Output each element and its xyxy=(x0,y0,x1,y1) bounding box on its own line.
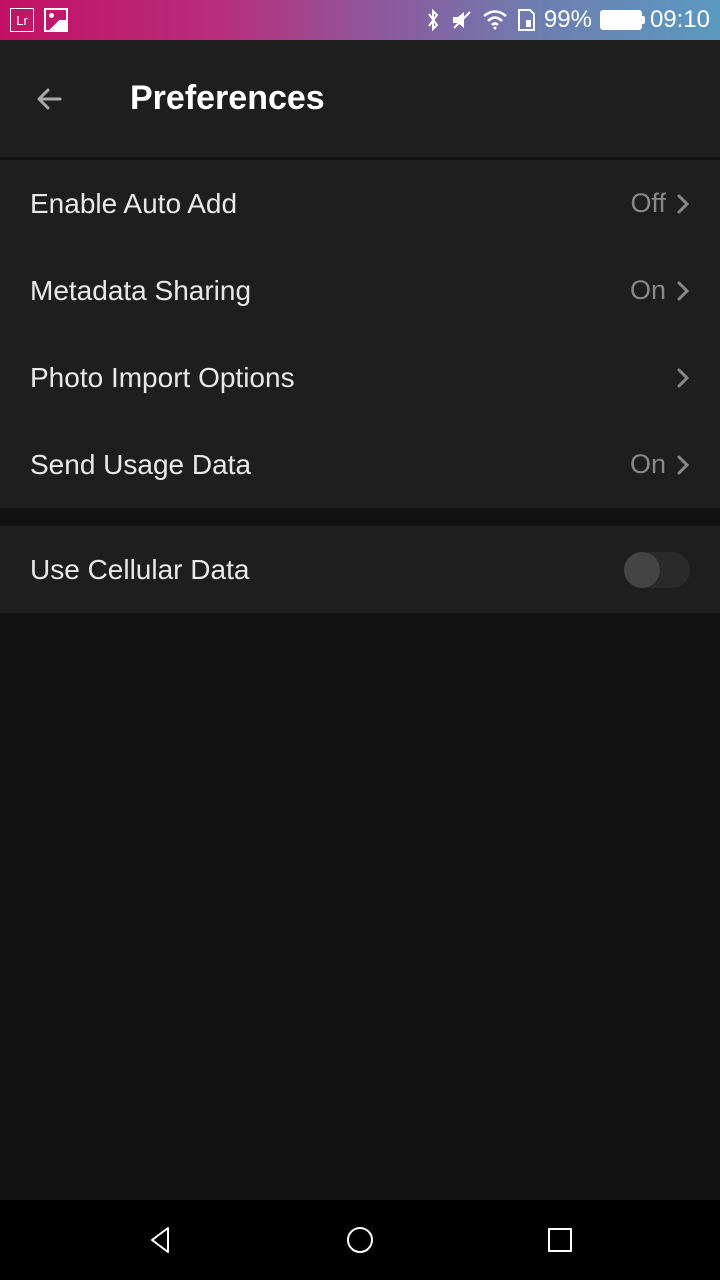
setting-photo-import-options[interactable]: Photo Import Options xyxy=(0,334,720,421)
battery-icon xyxy=(600,10,642,30)
chevron-right-icon xyxy=(676,366,690,390)
chevron-right-icon xyxy=(676,192,690,216)
mute-icon xyxy=(450,8,474,32)
settings-group-1: Enable Auto Add Off Metadata Sharing On … xyxy=(0,160,720,508)
setting-label: Use Cellular Data xyxy=(30,554,249,586)
setting-label: Photo Import Options xyxy=(30,362,295,394)
cellular-data-toggle[interactable] xyxy=(624,552,690,588)
toggle-knob xyxy=(624,552,660,588)
battery-percent: 99% xyxy=(544,6,592,34)
photo-app-icon xyxy=(44,8,68,32)
navigation-bar xyxy=(0,1200,720,1280)
nav-home-button[interactable] xyxy=(340,1220,380,1260)
setting-metadata-sharing[interactable]: Metadata Sharing On xyxy=(0,247,720,334)
wifi-icon xyxy=(482,10,508,30)
setting-label: Send Usage Data xyxy=(30,449,251,481)
setting-value: On xyxy=(630,449,666,480)
sim-icon xyxy=(516,8,536,32)
setting-send-usage-data[interactable]: Send Usage Data On xyxy=(0,421,720,508)
setting-label: Metadata Sharing xyxy=(30,275,251,307)
status-right: 99% 09:10 xyxy=(424,6,710,34)
back-button[interactable] xyxy=(30,79,70,119)
status-bar: Lr 99% 09:10 xyxy=(0,0,720,40)
setting-enable-auto-add[interactable]: Enable Auto Add Off xyxy=(0,160,720,247)
setting-value: On xyxy=(630,275,666,306)
section-divider xyxy=(0,508,720,526)
setting-use-cellular-data[interactable]: Use Cellular Data xyxy=(0,526,720,613)
lightroom-app-icon: Lr xyxy=(10,8,34,32)
nav-back-button[interactable] xyxy=(140,1220,180,1260)
settings-group-2: Use Cellular Data xyxy=(0,526,720,613)
bluetooth-icon xyxy=(424,8,442,32)
setting-label: Enable Auto Add xyxy=(30,188,237,220)
chevron-right-icon xyxy=(676,453,690,477)
status-left: Lr xyxy=(10,8,68,32)
chevron-right-icon xyxy=(676,279,690,303)
status-time: 09:10 xyxy=(650,6,710,34)
nav-recent-button[interactable] xyxy=(540,1220,580,1260)
app-header: Preferences xyxy=(0,40,720,160)
setting-value: Off xyxy=(630,188,666,219)
page-title: Preferences xyxy=(130,79,325,118)
